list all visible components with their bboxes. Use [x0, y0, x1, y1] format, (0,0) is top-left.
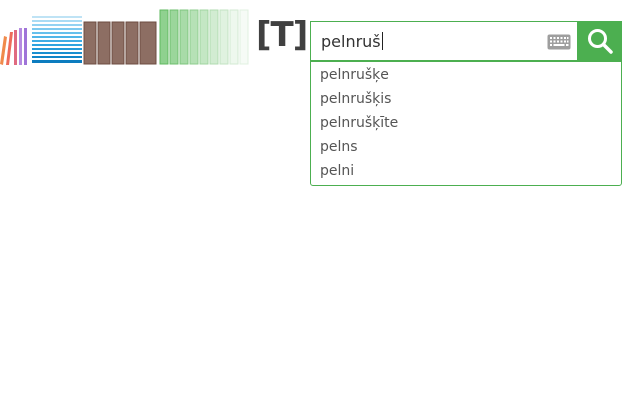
search-input[interactable]: pelnruš: [310, 21, 577, 61]
autocomplete-list: pelnrušķe pelnrušķis pelnrušķīte pelns p…: [310, 61, 622, 186]
logo-blue-stack: [32, 16, 82, 63]
site-logo[interactable]: [0, 8, 256, 68]
suggestion-item[interactable]: pelni: [311, 159, 621, 183]
search-button[interactable]: [577, 21, 622, 61]
search-bar: pelnruš: [310, 21, 622, 61]
logo-orange-bars: [0, 30, 17, 65]
search-icon: [587, 29, 613, 54]
suggestion-item[interactable]: pelnrušķīte: [311, 111, 621, 135]
logo-purple-bars: [19, 28, 27, 65]
suggestion-item[interactable]: pelns: [311, 135, 621, 159]
suggestion-item[interactable]: pelnrušķis: [311, 87, 621, 111]
search-input-value: pelnruš: [321, 22, 383, 60]
logo-green-bars: [159, 9, 249, 65]
suggestion-item[interactable]: pelnrušķe: [311, 63, 621, 87]
page: [T]: pelnruš pelnrušķe pelnrušķis pelnru…: [0, 0, 640, 400]
logo-brown-blocks: [83, 21, 157, 65]
keyboard-icon[interactable]: [547, 33, 571, 51]
search-query-text: pelnruš: [321, 32, 381, 51]
text-caret: [381, 32, 383, 50]
